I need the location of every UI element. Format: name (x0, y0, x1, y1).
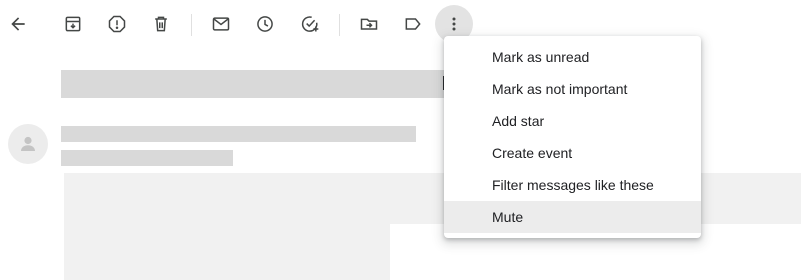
label-icon (405, 18, 421, 30)
menu-item-create-event[interactable]: Create event (444, 137, 701, 169)
back-button[interactable] (0, 5, 37, 43)
delete-button[interactable] (142, 5, 180, 43)
archive-button[interactable] (54, 5, 92, 43)
toolbar-divider (339, 14, 340, 36)
snooze-button[interactable] (246, 5, 284, 43)
subject-placeholder (61, 70, 446, 98)
back-arrow-icon (11, 17, 25, 31)
menu-item-mute[interactable]: Mute (444, 201, 701, 233)
person-icon (21, 136, 35, 151)
add-to-tasks-icon (301, 16, 319, 32)
recipient-placeholder (61, 150, 233, 166)
label-button[interactable] (394, 5, 432, 43)
menu-item-mark-as-unread[interactable]: Mark as unread (444, 41, 701, 73)
sender-placeholder (61, 126, 416, 142)
more-vert-icon (452, 17, 456, 31)
mark-unread-icon (212, 17, 230, 31)
avatar (8, 124, 48, 164)
menu-item-filter-messages-like-these[interactable]: Filter messages like these (444, 169, 701, 201)
move-to-icon (360, 18, 378, 30)
archive-icon (65, 16, 81, 32)
menu-item-mark-as-not-important[interactable]: Mark as not important (444, 73, 701, 105)
delete-icon (155, 16, 167, 32)
report-spam-button[interactable] (98, 5, 136, 43)
more-options-menu: Mark as unread Mark as not important Add s… (444, 36, 701, 238)
report-spam-icon (108, 15, 126, 33)
toolbar-divider (191, 14, 192, 36)
snooze-icon (257, 16, 273, 32)
menu-items: Mark as unread Mark as not important Add s… (444, 41, 701, 233)
mark-unread-button[interactable] (202, 5, 240, 43)
move-to-button[interactable] (350, 5, 388, 43)
menu-item-add-star[interactable]: Add star (444, 105, 701, 137)
add-to-tasks-button[interactable] (291, 5, 329, 43)
